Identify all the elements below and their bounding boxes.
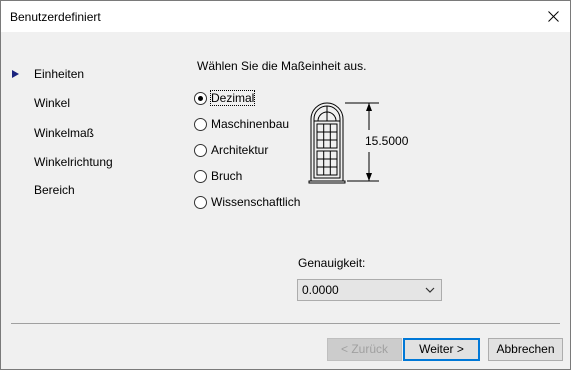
units-prompt: Wählen Sie die Maßeinheit aus.: [197, 59, 367, 73]
radio-maschinenbau[interactable]: Maschinenbau: [194, 116, 289, 132]
radio-dezimal[interactable]: Dezimal: [194, 90, 256, 106]
radio-button-checked[interactable]: [194, 91, 207, 105]
close-button[interactable]: [536, 1, 570, 32]
preview-dimension-value: 15.5000: [365, 134, 409, 148]
radio-label: Architektur: [211, 143, 269, 157]
cancel-button[interactable]: Abbrechen: [488, 338, 563, 361]
footer-divider: [11, 323, 560, 324]
nav-item-winkelmass: Winkelmaß: [34, 125, 94, 141]
precision-label: Genauigkeit:: [298, 256, 366, 270]
current-step-arrow-icon: [12, 70, 19, 78]
radio-button[interactable]: [194, 195, 207, 209]
nav-item-label: Einheiten: [34, 67, 85, 81]
nav-item-winkelrichtung: Winkelrichtung: [34, 154, 113, 170]
precision-dropdown[interactable]: 0.0000: [297, 279, 442, 301]
close-icon: [547, 11, 559, 22]
nav-item-label: Winkel: [34, 96, 71, 110]
nav-item-bereich: Bereich: [34, 182, 75, 198]
dialog-window: Benutzerdefiniert Einheiten Winkel Winke…: [0, 0, 571, 370]
radio-button[interactable]: [194, 169, 207, 183]
radio-label: Bruch: [211, 169, 243, 183]
radio-button[interactable]: [194, 117, 207, 131]
nav-item-einheiten: Einheiten: [12, 66, 85, 82]
window-title: Benutzerdefiniert: [10, 10, 101, 24]
chevron-down-icon: [425, 287, 435, 293]
nav-item-label: Bereich: [34, 183, 75, 197]
title-bar: Benutzerdefiniert: [1, 1, 570, 32]
precision-selected-value: 0.0000: [302, 283, 339, 297]
back-button[interactable]: < Zurück: [327, 338, 402, 361]
radio-bruch[interactable]: Bruch: [194, 168, 242, 184]
radio-architektur[interactable]: Architektur: [194, 142, 268, 158]
nav-item-label: Winkelrichtung: [34, 155, 113, 169]
radio-label: Maschinenbau: [211, 117, 290, 131]
radio-label: Wissenschaftlich: [211, 195, 301, 209]
nav-item-winkel: Winkel: [34, 95, 70, 111]
wizard-steps-nav: Einheiten Winkel Winkelmaß Winkelrichtun…: [1, 32, 181, 312]
radio-button[interactable]: [194, 143, 207, 157]
radio-label: Dezimal: [209, 90, 256, 106]
nav-item-label: Winkelmaß: [34, 126, 95, 140]
next-button[interactable]: Weiter >: [403, 338, 480, 361]
radio-wissenschaftlich[interactable]: Wissenschaftlich: [194, 194, 300, 210]
